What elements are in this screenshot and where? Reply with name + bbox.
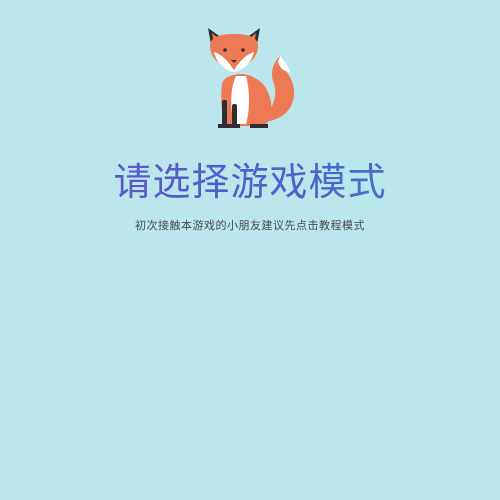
page-title: 请选择游戏模式 bbox=[0, 156, 500, 208]
fox-mascot-icon bbox=[200, 24, 300, 130]
page-subtitle: 初次接触本游戏的小朋友建议先点击教程模式 bbox=[135, 219, 365, 232]
